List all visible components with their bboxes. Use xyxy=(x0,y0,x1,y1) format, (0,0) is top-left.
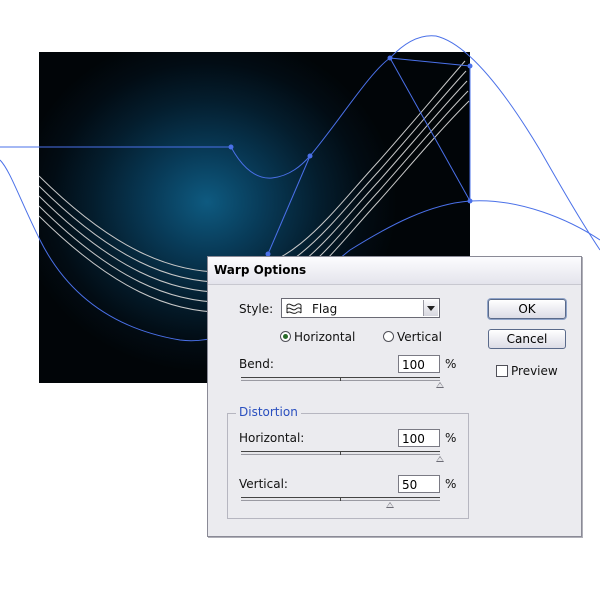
envelope-top-edge xyxy=(0,35,600,251)
vertical-distortion-center-tick xyxy=(340,497,341,501)
bend-slider-center-tick xyxy=(340,377,341,381)
vertical-distortion-input[interactable]: 50 xyxy=(398,475,440,493)
horizontal-distortion-input[interactable]: 100 xyxy=(398,429,440,447)
horizontal-distortion-center-tick xyxy=(340,451,341,455)
vertical-distortion-slider-thumb[interactable] xyxy=(386,502,395,508)
style-value: Flag xyxy=(312,302,338,316)
envelope-handle-line xyxy=(267,155,311,255)
anchor-point xyxy=(467,198,473,204)
bend-unit: % xyxy=(445,357,457,371)
anchor-point xyxy=(467,63,473,69)
dialog-titlebar[interactable]: Warp Options xyxy=(208,257,581,285)
vertical-radio-label: Vertical xyxy=(397,330,442,344)
style-label: Style: xyxy=(239,302,274,316)
horizontal-distortion-label: Horizontal: xyxy=(239,431,305,445)
preview-checkbox[interactable] xyxy=(496,365,508,377)
distortion-group-label: Distortion xyxy=(236,405,301,419)
bend-slider-thumb[interactable] xyxy=(436,382,444,388)
horizontal-radio-label: Horizontal xyxy=(294,330,356,344)
dialog-title: Warp Options xyxy=(214,263,307,277)
warp-options-dialog: Warp Options Style: Flag Horizontal Vert… xyxy=(207,256,582,537)
envelope-handle-line xyxy=(389,57,471,67)
ok-button[interactable]: OK xyxy=(488,299,566,319)
anchor-point xyxy=(307,153,313,159)
vertical-radio[interactable] xyxy=(383,331,394,342)
vertical-distortion-unit: % xyxy=(445,477,457,491)
flag-warp-icon xyxy=(286,303,302,314)
horizontal-radio[interactable] xyxy=(280,331,291,342)
bend-label: Bend: xyxy=(239,357,274,371)
horizontal-distortion-unit: % xyxy=(445,431,457,445)
anchor-point xyxy=(228,144,234,150)
preview-label: Preview xyxy=(511,364,558,378)
chevron-down-icon[interactable] xyxy=(423,300,438,316)
anchor-point xyxy=(387,55,393,61)
horizontal-distortion-slider-thumb[interactable] xyxy=(436,456,444,462)
style-dropdown[interactable]: Flag xyxy=(281,298,440,318)
anchor-points[interactable] xyxy=(228,55,473,257)
bend-input[interactable]: 100 xyxy=(398,355,440,373)
vertical-distortion-label: Vertical: xyxy=(239,477,288,491)
cancel-button[interactable]: Cancel xyxy=(488,329,566,349)
